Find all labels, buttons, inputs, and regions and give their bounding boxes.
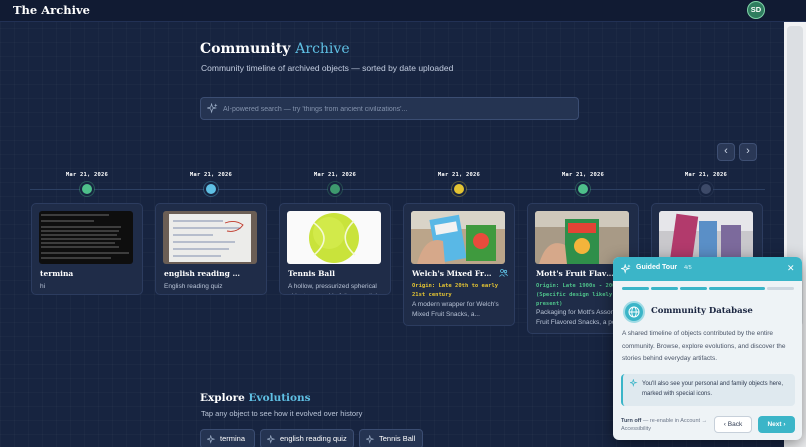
back-button-label: Back (727, 421, 743, 428)
card-title: Tennis Ball (288, 269, 335, 278)
timeline-dot[interactable] (454, 184, 464, 194)
search-input[interactable] (223, 101, 573, 117)
card-title: Mott's Fruit Flavored ... (536, 269, 616, 278)
timeline-next-button[interactable]: › (739, 143, 757, 161)
timeline-card-tennis-ball[interactable]: Tennis Ball A hollow, pressurized spheri… (279, 203, 391, 295)
chip-label: english reading quiz (280, 434, 347, 443)
chip-label: Tennis Ball (379, 434, 416, 443)
guided-tour-title: Community Database (651, 306, 753, 316)
timeline-card-termina[interactable]: termina hi (31, 203, 143, 295)
timeline-date: Mar 21, 2026 (65, 172, 109, 178)
evolution-chip-english-reading-quiz[interactable]: english reading quiz (260, 429, 354, 447)
guided-tour-panel: Guided Tour 4/5 ✕ Community Database A s… (613, 257, 802, 440)
guided-tour-label: Guided Tour (636, 264, 678, 271)
tour-back-button[interactable]: ‹ Back (714, 416, 752, 433)
timeline-prev-button[interactable]: ‹ (717, 143, 735, 161)
explore-title-main: Explore (200, 392, 245, 404)
sparkle-icon (207, 435, 216, 444)
timeline-date: Mar 21, 2026 (561, 172, 605, 178)
family-object-icon (499, 269, 508, 277)
top-bar: The Archive SD (0, 0, 806, 22)
tour-progress-segment (622, 287, 649, 290)
evolution-chip-termina[interactable]: termina (200, 429, 255, 447)
card-description: hi (40, 283, 46, 290)
card-description: A hollow, pressurized spherical object c… (288, 283, 382, 294)
evolution-chip-tennis-ball[interactable]: Tennis Ball (359, 429, 423, 447)
tour-progress-segment (651, 287, 678, 290)
timeline-card-welchs-mixed-fruit[interactable]: Welch's Mixed Fruit ... Origin: Late 20t… (403, 203, 515, 326)
page-subtitle: Community timeline of archived objects —… (201, 63, 454, 73)
explore-section-title: Explore Evolutions (200, 392, 311, 404)
next-button-label: Next (767, 421, 782, 428)
page-title: Community Archive (200, 41, 350, 57)
timeline-date: Mar 21, 2026 (684, 172, 728, 178)
app-logo[interactable]: The Archive (13, 3, 90, 17)
timeline-dot[interactable] (330, 184, 340, 194)
turn-off-label[interactable]: Turn off (621, 418, 641, 424)
page-title-main: Community (200, 41, 291, 57)
welchs-package-image (411, 211, 505, 264)
sparkle-icon (267, 435, 276, 444)
guided-tour-note: You'll also see your personal and family… (621, 374, 795, 406)
tour-progress-segment (767, 287, 794, 290)
chevron-left-icon: ‹ (723, 421, 726, 428)
terminal-screenshot-image (39, 211, 133, 264)
sparkle-icon (366, 435, 375, 444)
timeline-dot[interactable] (578, 184, 588, 194)
guided-tour-body: A shared timeline of objects contributed… (622, 330, 786, 362)
explore-title-accent: Evolutions (248, 392, 311, 404)
card-title: english reading quiz (164, 269, 244, 278)
turn-off-tour-link[interactable]: Turn off — re-enable in Account → Access… (621, 417, 721, 433)
tour-next-button[interactable]: Next › (758, 416, 795, 433)
card-origin: Origin: Late 20th to early 21st century (412, 283, 499, 298)
timeline-date: Mar 21, 2026 (189, 172, 233, 178)
guided-tour-step-counter: 4/5 (684, 265, 692, 271)
timeline-dot[interactable] (206, 184, 216, 194)
chevron-right-icon: › (783, 421, 786, 428)
tour-progress-segment-current (709, 287, 765, 290)
tour-progress-segment (680, 287, 707, 290)
card-description: A modern wrapper for Welch's Mixed Fruit… (412, 301, 499, 318)
guided-tour-header: Guided Tour 4/5 ✕ (613, 257, 802, 281)
card-title: Welch's Mixed Fruit ... (412, 269, 492, 278)
card-description: English reading quiz (164, 283, 223, 290)
globe-icon (623, 301, 645, 323)
timeline-line (30, 189, 765, 190)
explore-subtitle: Tap any object to see how it evolved ove… (201, 409, 363, 418)
timeline-date: Mar 21, 2026 (313, 172, 357, 178)
quiz-paper-image (163, 211, 257, 264)
card-title: termina (40, 269, 74, 278)
user-avatar[interactable]: SD (747, 1, 765, 19)
sparkle-icon (621, 264, 631, 274)
sparkle-icon (630, 379, 638, 387)
timeline-dot[interactable] (82, 184, 92, 194)
timeline-date: Mar 21, 2026 (437, 172, 481, 178)
page-title-accent: Archive (295, 41, 350, 57)
sparkle-icon (207, 103, 218, 114)
timeline-card-english-reading-quiz[interactable]: english reading quiz English reading qui… (155, 203, 267, 295)
guided-tour-note-text: You'll also see your personal and family… (642, 381, 784, 397)
close-icon[interactable]: ✕ (787, 262, 795, 274)
tennis-ball-image (287, 211, 381, 264)
timeline-dot[interactable] (701, 184, 711, 194)
chip-label: termina (220, 434, 246, 443)
search-bar[interactable] (200, 97, 579, 120)
